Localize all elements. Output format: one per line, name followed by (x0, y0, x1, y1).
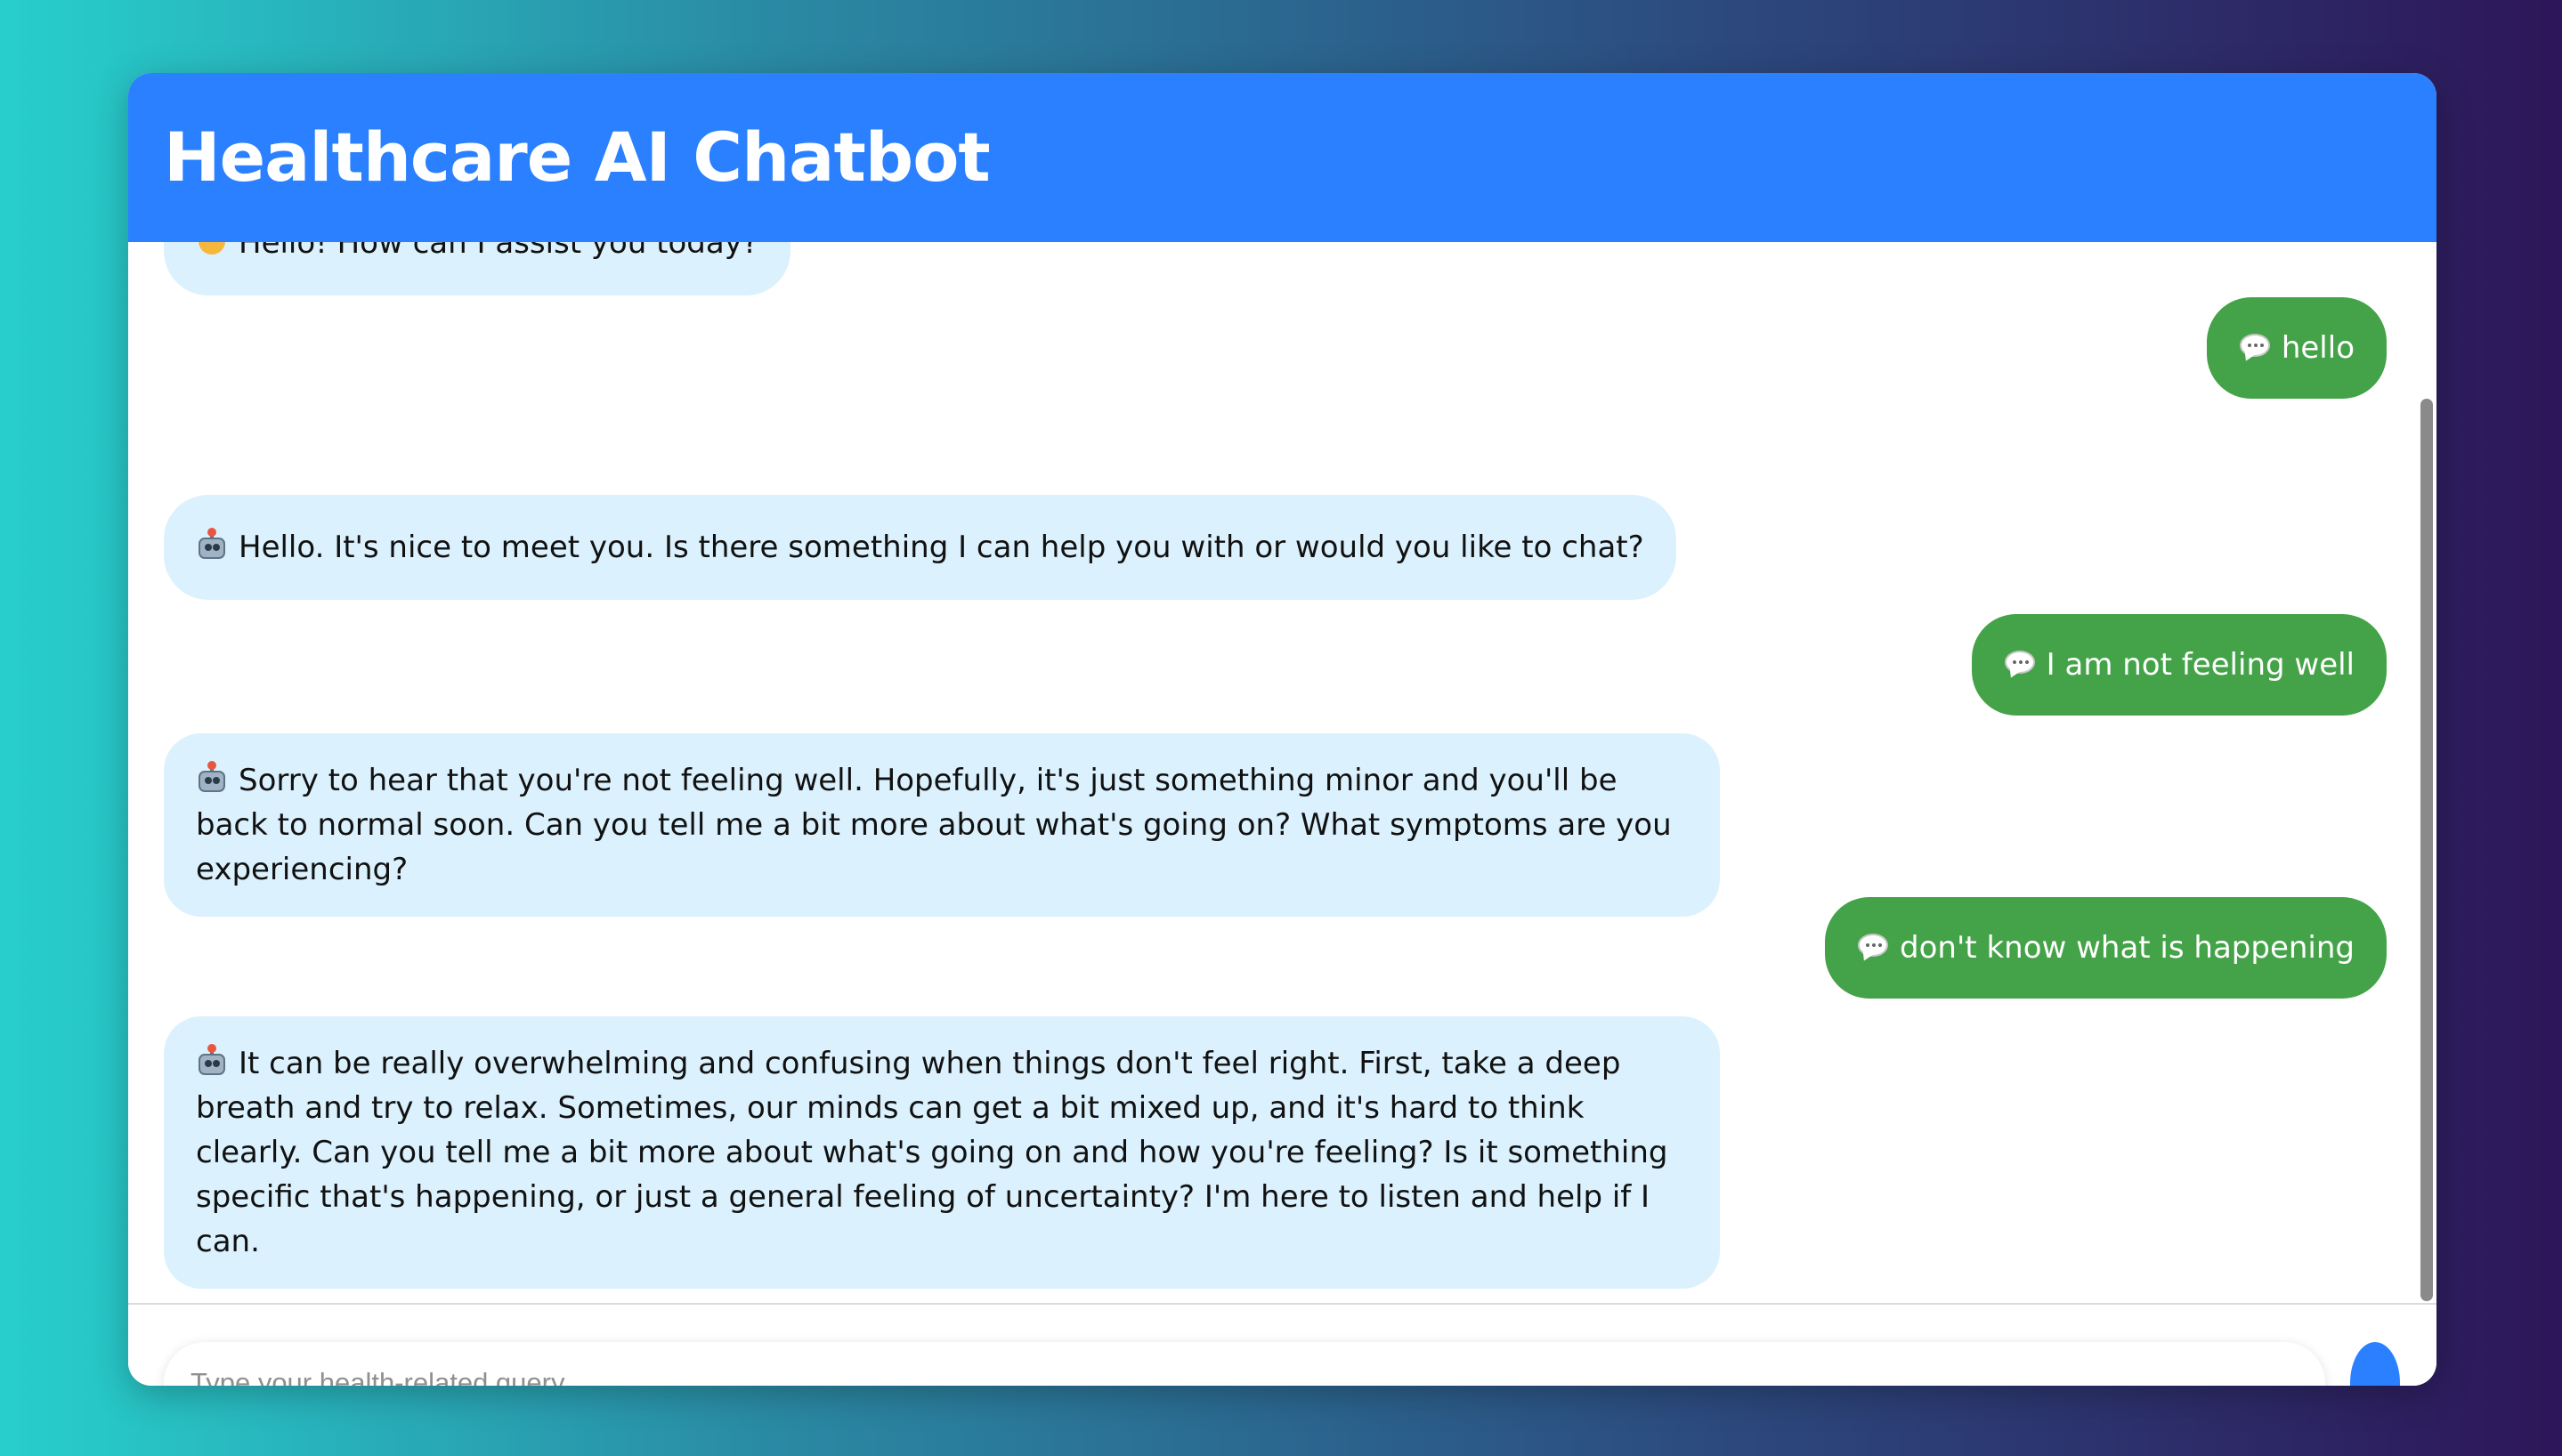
robot-icon (196, 761, 228, 796)
composer-bar (128, 1303, 2436, 1386)
message-text: don't know what is happening (1900, 930, 2355, 966)
query-input[interactable] (164, 1342, 2325, 1386)
user-message: I am not feeling well (1971, 614, 2387, 716)
app-title: Healthcare AI Chatbot (164, 117, 991, 197)
message-text: Sorry to hear that you're not feeling we… (196, 763, 1672, 887)
scrollbar-thumb[interactable] (2420, 399, 2433, 1301)
bot-message: Hello. It's nice to meet you. Is there s… (164, 495, 1676, 600)
bot-message: It can be really overwhelming and confus… (164, 1016, 1720, 1289)
message-text: I am not feeling well (2046, 647, 2355, 683)
bot-message: Sorry to hear that you're not feeling we… (164, 733, 1720, 917)
waving-hand-icon (196, 242, 228, 258)
robot-icon (196, 528, 228, 562)
chat-window: Healthcare AI Chatbot Hello! How can I a… (128, 73, 2436, 1386)
send-button[interactable] (2350, 1342, 2400, 1386)
chat-header: Healthcare AI Chatbot (128, 73, 2436, 242)
message-text: hello (2281, 330, 2355, 366)
scrollbar[interactable] (2417, 242, 2436, 1303)
robot-icon (196, 1044, 228, 1079)
user-message: don't know what is happening (1825, 897, 2387, 999)
message-list[interactable]: Hello! How can I assist you today? hello… (128, 242, 2436, 1303)
message-text: It can be really overwhelming and confus… (196, 1046, 1668, 1259)
bot-message: Hello! How can I assist you today? (164, 242, 790, 295)
user-message: hello (2206, 297, 2387, 399)
speech-bubble-icon (2004, 648, 2036, 681)
speech-bubble-icon (2239, 331, 2271, 364)
message-text: Hello. It's nice to meet you. Is there s… (239, 530, 1644, 565)
speech-bubble-icon (1857, 931, 1889, 964)
message-text: Hello! How can I assist you today? (239, 242, 758, 261)
